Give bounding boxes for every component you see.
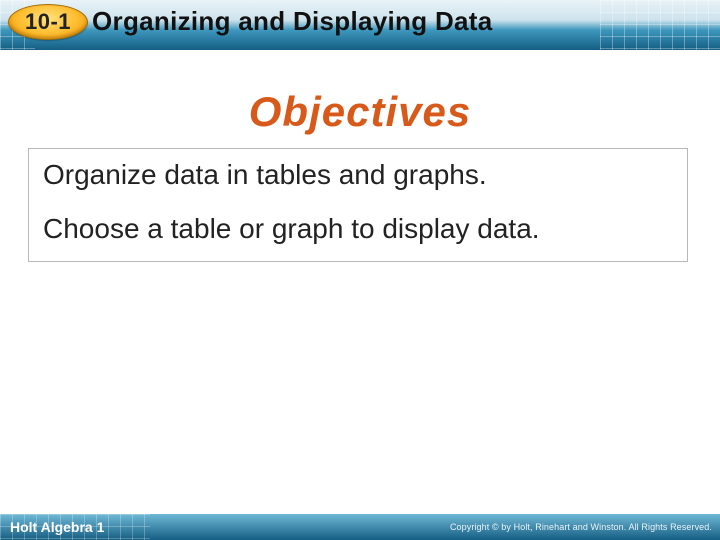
header-title: Organizing and Displaying Data (92, 6, 493, 37)
header-grid-right-decoration (600, 0, 720, 50)
slide: 10-1 Organizing and Displaying Data Obje… (0, 0, 720, 540)
footer-bar: Holt Algebra 1 Copyright © by Holt, Rine… (0, 514, 720, 540)
lesson-number: 10-1 (25, 9, 71, 35)
header-bar: 10-1 Organizing and Displaying Data (0, 0, 720, 50)
objective-item: Organize data in tables and graphs. (43, 157, 673, 193)
objectives-box: Organize data in tables and graphs. Choo… (28, 148, 688, 262)
lesson-badge: 10-1 (8, 4, 88, 40)
objective-item: Choose a table or graph to display data. (43, 211, 673, 247)
objectives-heading: Objectives (0, 88, 720, 136)
footer-copyright: Copyright © by Holt, Rinehart and Winsto… (450, 522, 712, 532)
footer-book-title: Holt Algebra 1 (0, 519, 104, 535)
